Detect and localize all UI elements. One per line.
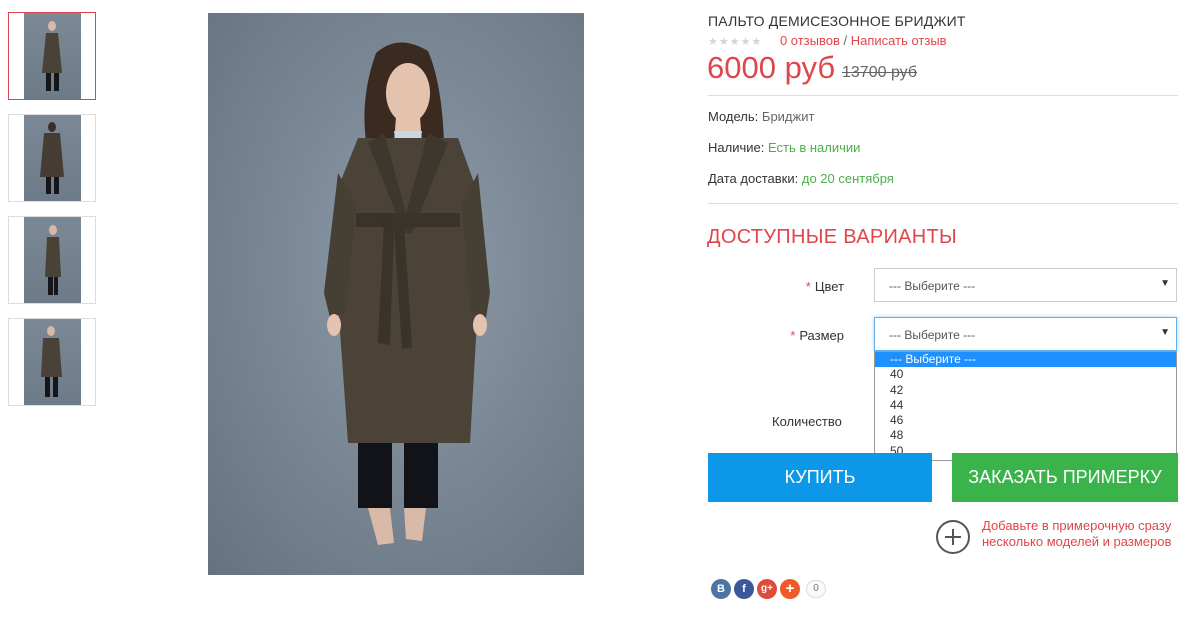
write-review-link[interactable]: Написать отзыв	[851, 33, 947, 48]
stock-value: Есть в наличии	[767, 140, 861, 155]
delivery-value: до 20 сентября	[801, 171, 894, 186]
color-select-value: --- Выберите ---	[889, 279, 976, 293]
size-label-text: Размер	[799, 328, 844, 343]
vk-share-icon[interactable]: В	[711, 579, 731, 599]
required-mark: *	[805, 279, 811, 294]
add-to-fitting-text: Добавьте в примерочную сразу несколько м…	[982, 518, 1172, 549]
model-row: Модель: Бриджит	[708, 109, 814, 124]
delivery-row: Дата доставки: до 20 сентября	[708, 171, 894, 186]
color-label-text: Цвет	[814, 279, 844, 294]
delivery-label: Дата доставки:	[708, 171, 799, 186]
share-count: 0	[806, 580, 826, 598]
size-select-value: --- Выберите ---	[889, 328, 976, 342]
divider	[708, 203, 1178, 204]
google-plus-share-icon[interactable]: g+	[757, 579, 777, 599]
rating-separator: /	[843, 33, 848, 48]
thumbnail-angle[interactable]	[8, 318, 96, 406]
chevron-down-icon: ▼	[1160, 278, 1170, 289]
reviews-link[interactable]: 0 отзывов	[780, 33, 840, 48]
model-value: Бриджит	[761, 109, 815, 124]
chevron-down-icon: ▼	[1160, 327, 1170, 338]
rating-row: ★★★★★ 0 отзывов / Написать отзыв	[708, 33, 947, 48]
thumbnail-list	[8, 12, 96, 420]
facebook-share-icon[interactable]: f	[734, 579, 754, 599]
size-option[interactable]: --- Выберите ---	[875, 352, 1176, 368]
buy-button[interactable]: КУПИТЬ	[708, 453, 932, 502]
thumbnail-side[interactable]	[8, 216, 96, 304]
divider	[708, 95, 1178, 96]
size-option[interactable]: 46	[875, 413, 1176, 428]
more-share-icon[interactable]: +	[780, 579, 800, 599]
size-option[interactable]: 40	[875, 367, 1176, 382]
color-label: * Цвет	[790, 279, 844, 294]
price-current: 6000 руб	[707, 50, 836, 85]
color-select[interactable]: --- Выберите --- ▼	[874, 268, 1177, 302]
product-title: ПАЛЬТО ДЕМИСЕЗОННОЕ БРИДЖИТ	[708, 13, 966, 29]
product-main-image[interactable]	[208, 13, 584, 575]
order-fitting-button[interactable]: ЗАКАЗАТЬ ПРИМЕРКУ	[952, 453, 1178, 502]
thumbnail-front[interactable]	[8, 12, 96, 100]
size-option[interactable]: 44	[875, 398, 1176, 413]
size-select[interactable]: --- Выберите --- ▼	[874, 317, 1177, 351]
size-label: * Размер	[770, 328, 844, 343]
rating-stars-icon: ★★★★★	[708, 36, 763, 48]
thumbnail-back[interactable]	[8, 114, 96, 202]
model-label: Модель:	[708, 109, 759, 124]
size-option[interactable]: 48	[875, 428, 1176, 443]
variants-title: ДОСТУПНЫЕ ВАРИАНТЫ	[707, 226, 958, 248]
stock-label: Наличие:	[708, 140, 765, 155]
required-mark: *	[790, 328, 796, 343]
price-old: 13700 руб	[842, 64, 917, 81]
size-dropdown-list: --- Выберите --- 40 42 44 46 48 50	[874, 351, 1177, 461]
size-option[interactable]: 42	[875, 383, 1176, 398]
plus-circle-icon[interactable]	[936, 520, 970, 554]
stock-row: Наличие: Есть в наличии	[708, 140, 860, 155]
quantity-label: Количество	[772, 414, 842, 429]
